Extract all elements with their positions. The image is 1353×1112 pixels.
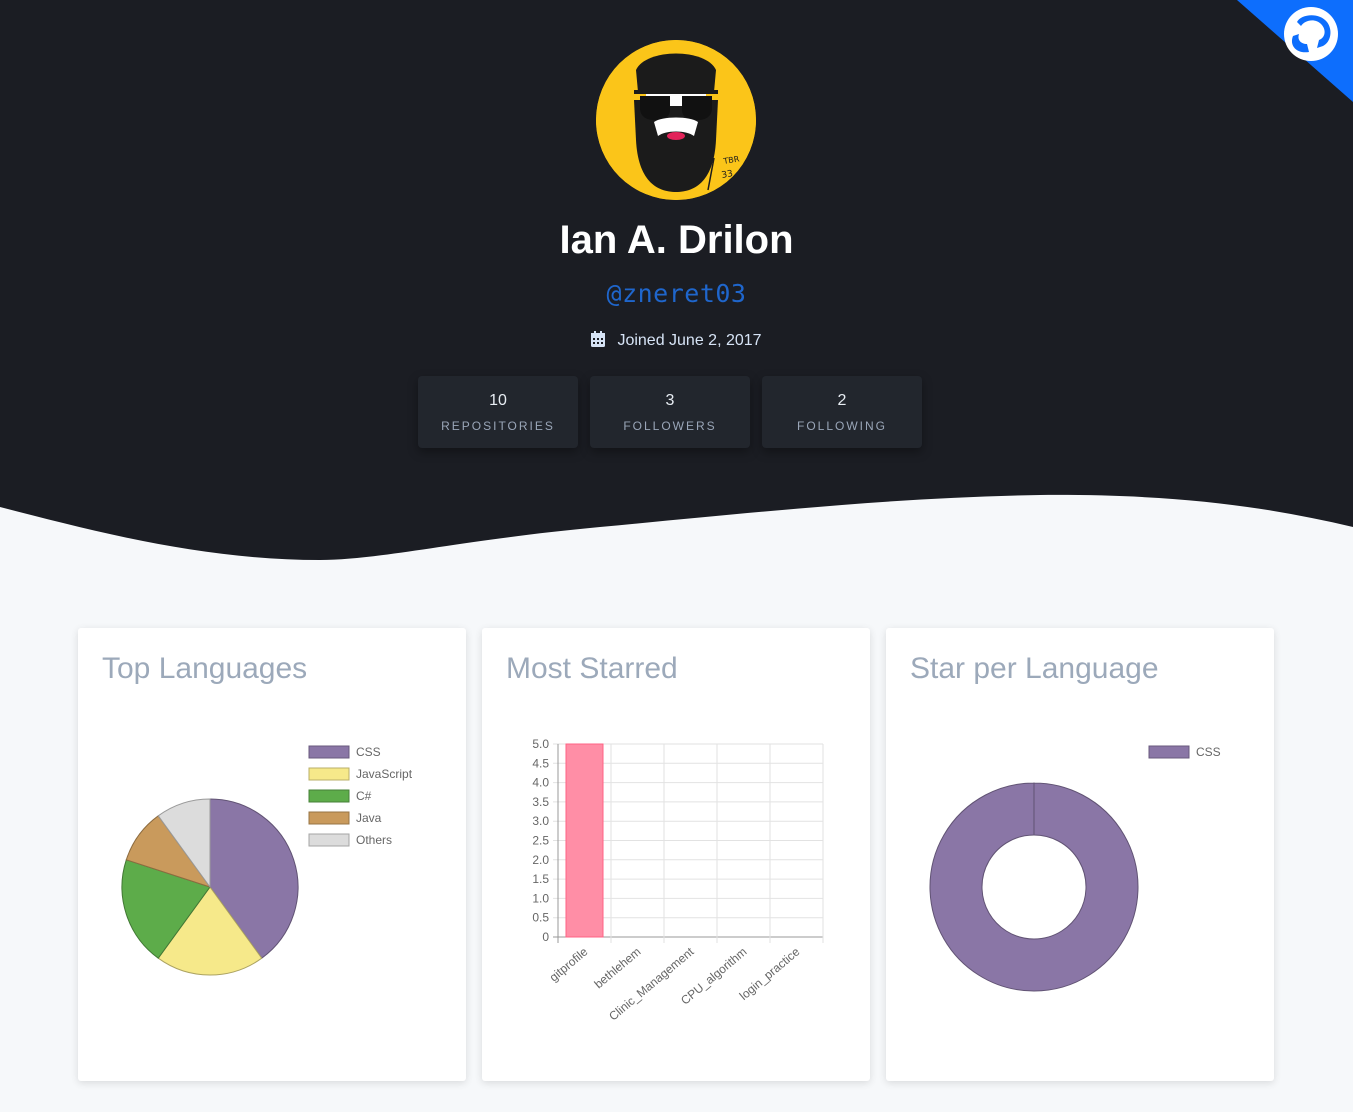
stat-repositories[interactable]: 10 REPOSITORIES — [418, 376, 578, 448]
legend-swatch-others[interactable] — [308, 833, 350, 847]
legend-label-javascript[interactable]: JavaScript — [356, 767, 413, 781]
y-tick-label: 5.0 — [532, 737, 549, 751]
stat-label: REPOSITORIES — [441, 419, 555, 433]
y-tick-label: 3.0 — [532, 814, 549, 828]
y-tick-label: 0.5 — [532, 911, 549, 925]
bearded-man-avatar-image: TBR 33 — [596, 40, 756, 200]
legend-swatch-javascript[interactable] — [308, 767, 350, 781]
y-tick-label: 0 — [542, 930, 549, 944]
legend-swatch-c[interactable] — [308, 789, 350, 803]
legend-swatch-css[interactable] — [1148, 745, 1190, 759]
star-per-language-doughnut-chart: CSS — [929, 745, 1221, 992]
avatar: TBR 33 — [596, 40, 756, 200]
stat-label: FOLLOWING — [796, 419, 887, 433]
most-starred-card: Most Starred 0 0.5 1.0 1.5 2.0 2.5 3.0 3.5 4.0 4.… — [482, 628, 870, 1081]
profile-username-link[interactable]: @zneret03 — [0, 279, 1353, 308]
legend-label-c[interactable]: C# — [356, 789, 372, 803]
stat-following[interactable]: 2 FOLLOWING — [762, 376, 922, 448]
profile-name: Ian A. Drilon — [559, 218, 794, 262]
github-corner-link[interactable] — [1237, 0, 1353, 102]
stat-value: 2 — [837, 392, 847, 409]
y-tick-label: 2.0 — [532, 853, 549, 867]
y-tick-label: 1.5 — [532, 872, 549, 886]
joined-text: Joined June 2, 2017 — [617, 332, 762, 349]
y-tick-label: 4.0 — [532, 776, 549, 790]
github-octocat-icon — [1284, 7, 1338, 61]
top-languages-card: Top Languages CSS JavaScript C# Java Others — [78, 628, 466, 1081]
legend-swatch-java[interactable] — [308, 811, 350, 825]
legend-label-css[interactable]: CSS — [1196, 745, 1221, 759]
star-per-language-card: Star per Language CSS — [886, 628, 1274, 1081]
joined-date: Joined June 2, 2017 — [0, 331, 1353, 352]
x-tick-label: gitprofile — [547, 944, 591, 984]
legend-label-others[interactable]: Others — [356, 833, 392, 847]
calendar-icon — [591, 331, 606, 352]
legend-label-java[interactable]: Java — [356, 811, 382, 825]
y-tick-label: 2.5 — [532, 834, 549, 848]
y-tick-label: 4.5 — [532, 756, 549, 770]
stat-label: FOLLOWERS — [623, 419, 717, 433]
stat-value: 3 — [665, 392, 675, 409]
legend-label-css[interactable]: CSS — [356, 745, 381, 759]
x-tick-label: bethlehem — [591, 945, 643, 992]
bar-gitprofile[interactable] — [565, 743, 604, 938]
stat-value: 10 — [489, 392, 507, 409]
y-tick-label: 3.5 — [532, 795, 549, 809]
most-starred-bar-chart: 0 0.5 1.0 1.5 2.0 2.5 3.0 3.5 4.0 4.5 5.0 gitprofil… — [532, 737, 824, 1023]
stat-followers[interactable]: 3 FOLLOWERS — [590, 376, 750, 448]
top-languages-pie-chart: CSS JavaScript C# Java Others — [121, 745, 413, 976]
y-tick-label: 1.0 — [532, 891, 549, 905]
legend-swatch-css[interactable] — [308, 745, 350, 759]
profile-header: TBR 33 Ian A. Drilon @zneret03 Joined Ju… — [0, 0, 1353, 570]
